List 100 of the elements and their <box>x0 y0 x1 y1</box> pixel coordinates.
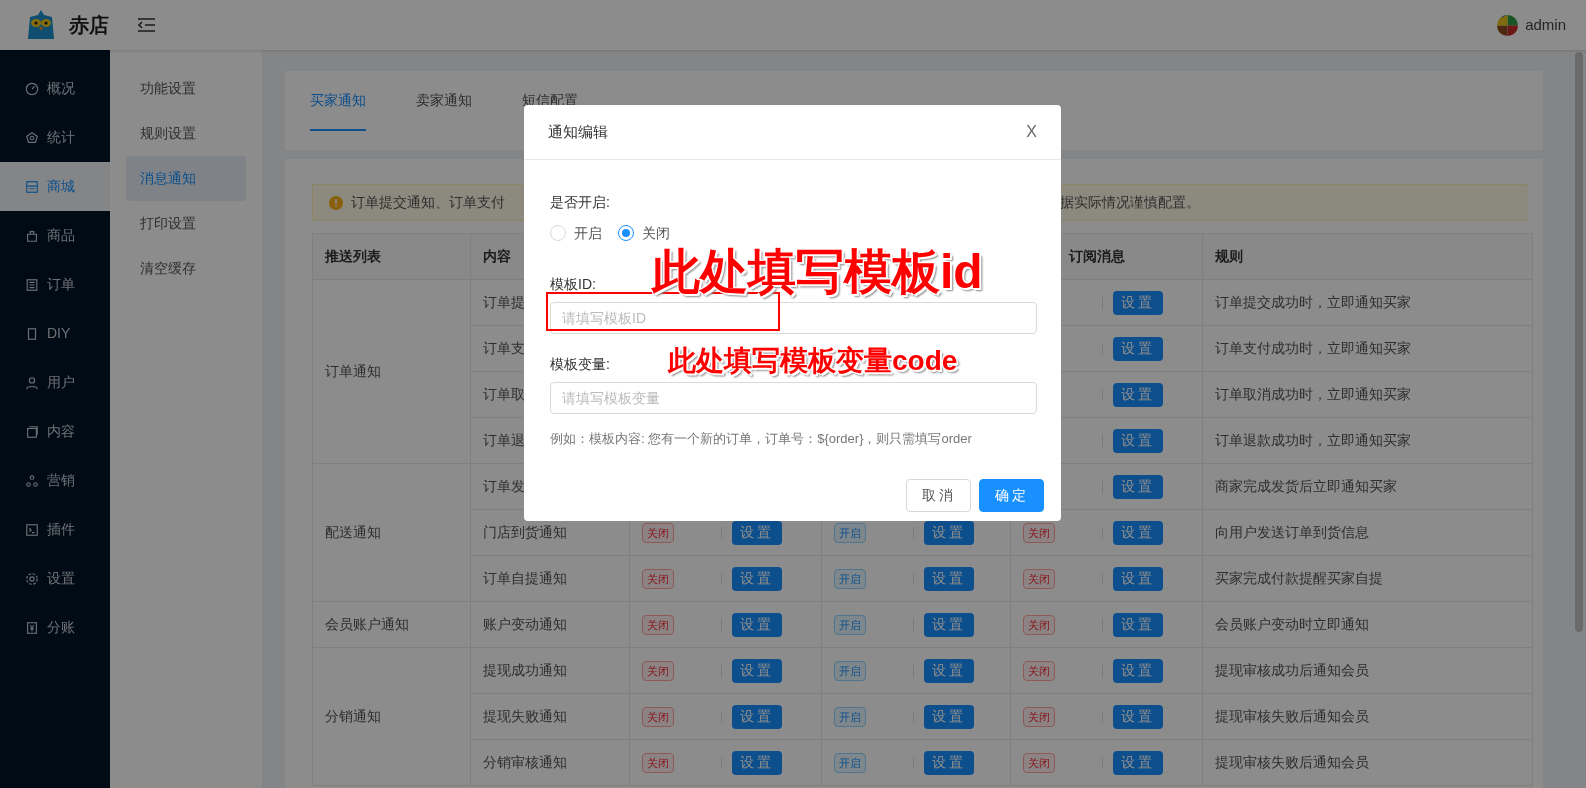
table-cell: 订单退款成功时，立即通知买家 <box>1202 417 1533 464</box>
status-tag: 开启 <box>834 660 866 681</box>
table-cell: 提现成功通知 <box>470 647 630 694</box>
sidebar-item[interactable]: 概况 <box>0 64 110 113</box>
set-button[interactable]: 设置 <box>732 658 782 683</box>
status-tag: 开启 <box>834 752 866 773</box>
status-tag: 关闭 <box>1023 660 1055 681</box>
scrollbar-thumb[interactable] <box>1575 52 1583 632</box>
set-button[interactable]: 设置 <box>924 658 974 683</box>
set-button[interactable]: 设置 <box>732 612 782 637</box>
column-header: 规则 <box>1202 233 1533 280</box>
status-tag: 关闭 <box>1023 568 1055 589</box>
annotation-text: 此处填写模板id <box>652 244 983 300</box>
set-button[interactable]: 设置 <box>1113 704 1163 729</box>
template-id-field[interactable]: 请填写模板ID <box>550 302 1037 334</box>
set-button[interactable]: 设置 <box>1113 566 1163 591</box>
cancel-button[interactable]: 取消 <box>906 479 971 512</box>
table-cell: 订单自提通知 <box>470 555 630 602</box>
status-tag: 关闭 <box>642 752 674 773</box>
sidebar-item[interactable]: 订单 <box>0 260 110 309</box>
submenu-item[interactable]: 功能设置 <box>126 66 246 111</box>
brand-name: 赤店 <box>69 13 109 38</box>
sidebar-item[interactable]: 用户 <box>0 358 110 407</box>
confirm-button[interactable]: 确定 <box>979 479 1044 512</box>
user-icon <box>25 375 39 390</box>
status-tag: 关闭 <box>1023 706 1055 727</box>
network-icon <box>25 473 39 488</box>
set-button[interactable]: 设置 <box>924 704 974 729</box>
sidebar-item[interactable]: 插件 <box>0 505 110 554</box>
set-button[interactable]: 设置 <box>1113 658 1163 683</box>
status-tag: 关闭 <box>642 706 674 727</box>
table-cell: 提现失败通知 <box>470 693 630 740</box>
set-button[interactable]: 设置 <box>1113 336 1163 361</box>
tab[interactable]: 卖家通知 <box>416 71 472 131</box>
tablet-icon <box>25 326 39 341</box>
set-button[interactable]: 设置 <box>924 566 974 591</box>
submenu-item[interactable]: 规则设置 <box>126 111 246 156</box>
submenu-item[interactable]: 清空缓存 <box>126 246 246 291</box>
table-cell: 订单提交成功时，立即通知买家 <box>1202 279 1533 326</box>
status-tag: 开启 <box>834 706 866 727</box>
table-cell: 账户变动通知 <box>470 601 630 648</box>
table-cell: 配送通知 <box>312 463 471 602</box>
status-tag: 关闭 <box>1023 522 1055 543</box>
avatar-icon[interactable] <box>1497 14 1519 36</box>
set-button[interactable]: 设置 <box>924 520 974 545</box>
submenu-item[interactable]: 打印设置 <box>126 201 246 246</box>
set-button[interactable]: 设置 <box>732 750 782 775</box>
alert-text: 订单提交通知、订单支付 <box>351 193 505 212</box>
column-header: 推送列表 <box>312 233 471 280</box>
table-cell: 提现审核成功后通知会员 <box>1202 647 1533 694</box>
set-button[interactable]: 设置 <box>1113 612 1163 637</box>
set-button[interactable]: 设置 <box>1113 520 1163 545</box>
tab[interactable]: 买家通知 <box>310 71 366 131</box>
list-icon <box>25 277 39 292</box>
status-tag: 开启 <box>834 568 866 589</box>
settings-icon <box>25 571 39 586</box>
table-cell: 提现审核失败后通知会员 <box>1202 739 1533 786</box>
sidebar-item[interactable]: 营销 <box>0 456 110 505</box>
table-cell: 订单取消成功时，立即通知买家 <box>1202 371 1533 418</box>
set-button[interactable]: 设置 <box>1113 382 1163 407</box>
sidebar-item[interactable]: 商品 <box>0 211 110 260</box>
warning-icon <box>329 195 343 210</box>
sidebar-item[interactable]: 统计 <box>0 113 110 162</box>
sidebar-item[interactable]: 设置 <box>0 554 110 603</box>
dialog-title: 通知编辑 <box>548 121 608 142</box>
set-button[interactable]: 设置 <box>732 566 782 591</box>
status-tag: 关闭 <box>1023 614 1055 635</box>
set-button[interactable]: 设置 <box>1113 290 1163 315</box>
set-button[interactable]: 设置 <box>1113 750 1163 775</box>
set-button[interactable]: 设置 <box>732 704 782 729</box>
owl-logo-icon <box>26 9 56 41</box>
menu-fold-icon[interactable] <box>137 17 156 33</box>
table-cell: 商家完成发货后立即通知买家 <box>1202 463 1533 510</box>
sidebar-item[interactable]: 内容 <box>0 407 110 456</box>
table-cell: 订单支付成功时，立即通知买家 <box>1202 325 1533 372</box>
status-tag: 开启 <box>834 614 866 635</box>
status-tag: 开启 <box>834 522 866 543</box>
field-label: 是否开启: <box>550 193 610 212</box>
sidebar-item[interactable]: 商城 <box>0 162 110 211</box>
set-button[interactable]: 设置 <box>1113 474 1163 499</box>
dashboard-icon <box>25 81 39 96</box>
status-tag: 关闭 <box>642 568 674 589</box>
field-label: 模板变量: <box>550 355 610 374</box>
table-cell: 分销通知 <box>312 647 471 786</box>
annotation-text: 此处填写模板变量code <box>668 344 958 378</box>
status-tag: 关闭 <box>642 522 674 543</box>
table-cell: 分销审核通知 <box>470 739 630 786</box>
template-variables-field[interactable]: 请填写模板变量 <box>550 382 1037 414</box>
close-button[interactable]: X <box>1026 120 1037 144</box>
set-button[interactable]: 设置 <box>732 520 782 545</box>
set-button[interactable]: 设置 <box>1113 428 1163 453</box>
sidebar-item[interactable]: 分账 <box>0 603 110 652</box>
status-tag: 关闭 <box>642 614 674 635</box>
set-button[interactable]: 设置 <box>924 612 974 637</box>
sidebar-item[interactable]: DIY <box>0 309 110 358</box>
submenu-item[interactable]: 消息通知 <box>126 156 246 201</box>
terminal-icon <box>25 522 39 537</box>
alert-text: 据实际情况谨慎配置。 <box>1060 193 1200 212</box>
user-name[interactable]: admin <box>1525 13 1566 37</box>
set-button[interactable]: 设置 <box>924 750 974 775</box>
